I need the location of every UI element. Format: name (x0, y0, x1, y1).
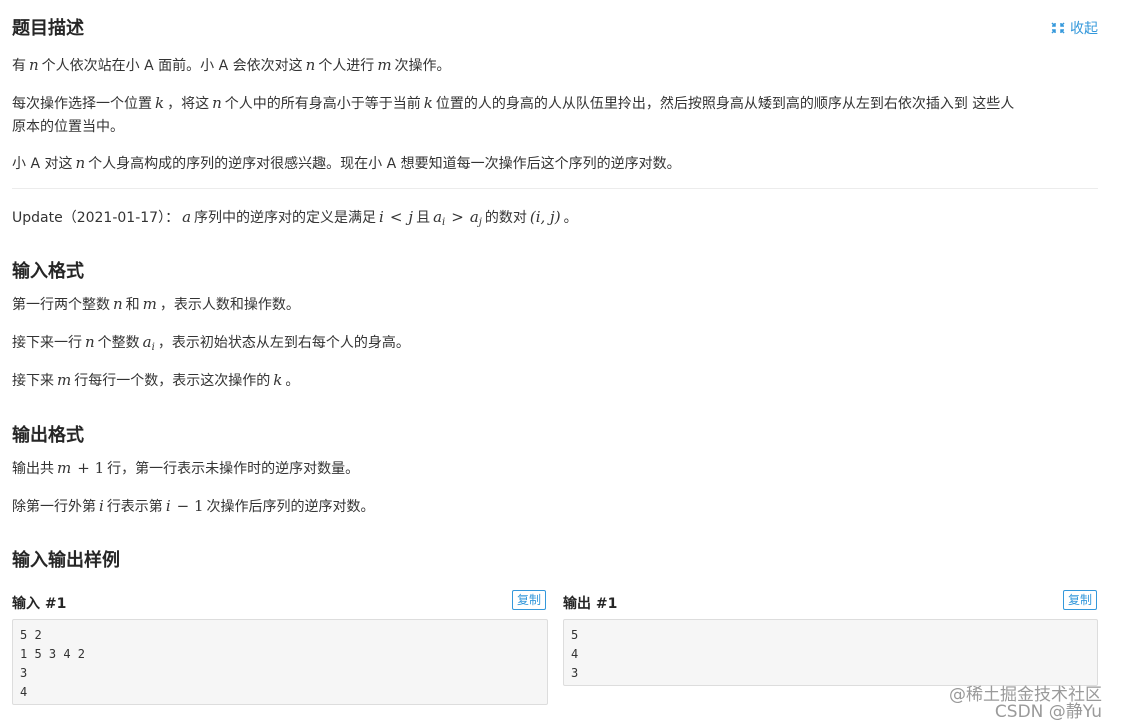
text: 。 (285, 373, 300, 389)
text: 位置的人的身高的人从队伍里拎出，然后按照身高从矮到高的顺序从左到右依次插入到 这… (435, 96, 1015, 112)
text: 次操作。 (394, 58, 451, 74)
math-m: m (142, 295, 157, 313)
collapse-button[interactable]: 收起 (1050, 18, 1098, 38)
text: 行，第一行表示未操作时的逆序对数量。 (107, 461, 360, 477)
math-aj: aj (467, 208, 485, 228)
math-gt: > (451, 208, 464, 226)
sample-output-label: 输出 #1 (563, 596, 618, 612)
math-sub-i: i (151, 342, 155, 353)
math-i: i (379, 208, 384, 226)
math-k: k (273, 371, 283, 389)
text: 个人依次站在小 A 面前。小 A 会依次对这 (41, 58, 303, 74)
math-m: m (57, 371, 72, 389)
output-format-line-1: 输出共 m + 1 行，第一行表示未操作时的逆序对数量。 (12, 456, 359, 481)
math-n: n (29, 56, 39, 74)
math-n: n (305, 56, 316, 74)
sample-input-code[interactable]: 5 2 1 5 3 4 2 3 4 (12, 619, 548, 705)
section-title-input-format: 输入格式 (12, 261, 84, 282)
math-n: n (212, 94, 222, 112)
math-minus-one: − 1 (176, 497, 204, 515)
description-paragraph-1: 有 n 个人依次站在小 A 面前。小 A 会依次对这 n 个人进行 m 次操作。 (12, 53, 451, 78)
text: ，将这 (167, 96, 210, 112)
math-n: n (75, 154, 86, 172)
text: 除第一行外第 (12, 499, 96, 515)
math-m: m (57, 459, 72, 477)
text: 个人身高构成的序列的逆序对很感兴趣。现在小 A 想要知道每一次操作后这个序列的逆… (88, 156, 681, 172)
code-line: 5 2 (20, 628, 42, 642)
description-paragraph-3: 小 A 对这 n 个人身高构成的序列的逆序对很感兴趣。现在小 A 想要知道每一次操作… (12, 151, 681, 176)
code-line: 1 5 3 4 2 (20, 647, 86, 661)
math-lt: < (389, 208, 403, 226)
watermark-csdn: CSDN @静Yu (994, 702, 1102, 722)
text: 每次操作选择一个位置 (12, 96, 152, 112)
input-format-line-1: 第一行两个整数 n 和 m ，表示人数和操作数。 (12, 292, 300, 317)
sample-output-code[interactable]: 5 4 3 (563, 619, 1098, 686)
copy-output-button[interactable]: 复制 (1063, 590, 1098, 610)
input-format-line-3: 接下来 m 行每行一个数，表示这次操作的 k。 (12, 368, 299, 393)
text: 个人中的所有身高小于等于当前 (224, 96, 421, 112)
text: ，表示初始状态从左到右每个人的身高。 (157, 335, 410, 351)
text: 小 A 对这 (12, 156, 73, 172)
math-i: i (165, 497, 171, 515)
math-a: a (433, 208, 443, 226)
text: 且 (416, 210, 431, 226)
code-line: 4 (571, 647, 579, 661)
math-pair: (i, j) (529, 208, 561, 226)
text: 行每行一个数，表示这次操作的 (74, 373, 271, 389)
math-i: i (99, 497, 104, 515)
section-title-output-format: 输出格式 (12, 425, 84, 446)
text: 次操作后序列的逆序对数。 (206, 499, 375, 515)
collapse-icon (1050, 21, 1066, 35)
text: 个整数 (97, 335, 140, 351)
math-k: k (155, 94, 165, 112)
text: 。 (563, 210, 578, 226)
math-ai: ai (430, 208, 448, 228)
section-title-samples: 输入输出样例 (12, 550, 120, 571)
code-line: 5 (571, 628, 579, 642)
sample-input-label: 输入 #1 (12, 596, 67, 612)
code-line: 3 (20, 666, 28, 680)
section-title-description: 题目描述 (12, 18, 84, 39)
text: 接下来一行 (12, 335, 82, 351)
math-j: j (408, 208, 414, 226)
math-n: n (85, 333, 95, 351)
text: 输出共 (12, 461, 54, 477)
code-line: 4 (20, 685, 28, 699)
text: 有 (12, 58, 26, 74)
divider (12, 188, 1098, 189)
text: ，表示人数和操作数。 (159, 297, 300, 313)
math-ai: ai (140, 333, 158, 353)
collapse-label: 收起 (1070, 21, 1098, 37)
math-a: a (142, 333, 152, 351)
description-paragraph-2-cont: 原本的位置当中。 (12, 119, 124, 135)
description-paragraph-2: 每次操作选择一个位置 k ，将这 n 个人中的所有身高小于等于当前 k 位置的人的身高的人从… (12, 91, 1014, 116)
text: 行表示第 (106, 499, 163, 515)
math-a: a (469, 208, 479, 226)
math-n: n (113, 295, 123, 313)
text: 第一行两个整数 (12, 297, 110, 313)
copy-input-button[interactable]: 复制 (512, 590, 547, 610)
text: 的数对 (484, 210, 527, 226)
math-a: a (182, 208, 192, 226)
math-m: m (377, 56, 392, 74)
text: 接下来 (12, 373, 54, 389)
update-note: Update（2021-01-17）： a 序列中的逆序对的定义是满足 i < j 且 ai >… (12, 205, 578, 235)
math-plus-one: + 1 (77, 459, 105, 477)
text: 和 (125, 297, 140, 313)
input-format-line-2: 接下来一行 n 个整数 ai ，表示初始状态从左到右每个人的身高。 (12, 330, 410, 360)
text: 序列中的逆序对的定义是满足 (194, 210, 377, 226)
text: Update（2021-01-17）： (12, 210, 180, 226)
math-sub-j: j (478, 217, 482, 228)
text: 个人进行 (318, 58, 375, 74)
output-format-line-2: 除第一行外第 i 行表示第 i − 1 次操作后序列的逆序对数。 (12, 494, 375, 519)
math-sub-i: i (442, 217, 446, 228)
math-k: k (423, 94, 433, 112)
